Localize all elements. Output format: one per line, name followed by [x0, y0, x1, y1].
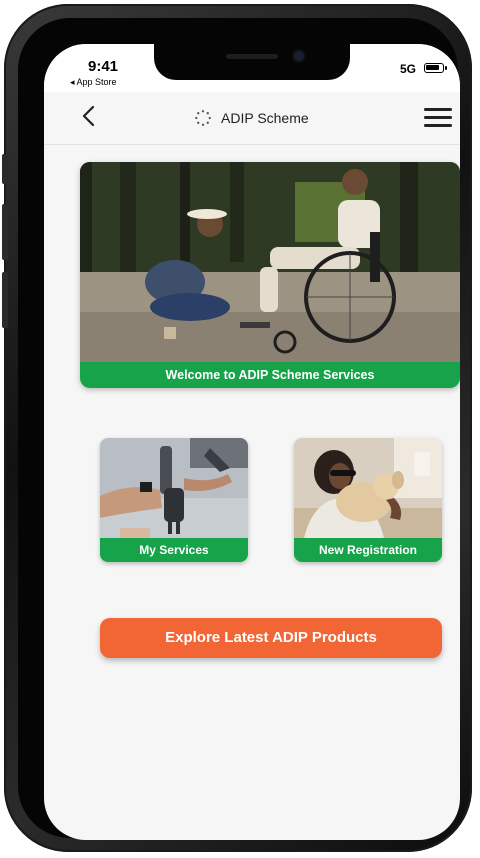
- phone-bezel: 9:41 ◂ App Store 5G ADIP Scheme Welcome …: [18, 18, 460, 840]
- scheme-logo-icon: [195, 110, 211, 126]
- volume-up-button: [2, 204, 8, 260]
- hamburger-menu-button[interactable]: [424, 108, 452, 130]
- back-button[interactable]: [78, 104, 102, 128]
- menu-line: [424, 124, 452, 127]
- volume-down-button: [2, 272, 8, 328]
- phone-frame: 9:41 ◂ App Store 5G ADIP Scheme Welcome …: [2, 4, 472, 852]
- network-indicator: 5G: [400, 62, 417, 76]
- app-header: ADIP Scheme: [44, 92, 460, 145]
- welcome-banner-card[interactable]: Welcome to ADIP Scheme Services: [80, 162, 460, 388]
- menu-line: [424, 108, 452, 111]
- menu-line: [424, 116, 452, 119]
- header-title-group: ADIP Scheme: [194, 108, 309, 128]
- mute-switch: [2, 154, 8, 184]
- my-services-label: My Services: [100, 538, 248, 562]
- status-time: 9:41: [88, 58, 119, 75]
- wheelchair-user-photo: [80, 162, 460, 362]
- chevron-left-icon: [82, 105, 95, 127]
- speaker-grille: [226, 54, 278, 59]
- new-registration-label: New Registration: [294, 538, 442, 562]
- woman-with-dog-photo: [294, 438, 442, 538]
- welcome-banner-label: Welcome to ADIP Scheme Services: [80, 362, 460, 388]
- battery-full-icon: [424, 63, 447, 73]
- prosthetic-hand-photo: [100, 438, 248, 538]
- new-registration-tile[interactable]: New Registration: [294, 438, 442, 562]
- back-to-app-store-link[interactable]: ◂ App Store: [70, 77, 117, 88]
- my-services-tile[interactable]: My Services: [100, 438, 248, 562]
- notch: [154, 44, 350, 80]
- page-title: ADIP Scheme: [221, 110, 309, 126]
- front-camera: [294, 51, 304, 61]
- app-screen: 9:41 ◂ App Store 5G ADIP Scheme Welcome …: [44, 44, 460, 840]
- explore-products-button[interactable]: Explore Latest ADIP Products: [100, 618, 442, 658]
